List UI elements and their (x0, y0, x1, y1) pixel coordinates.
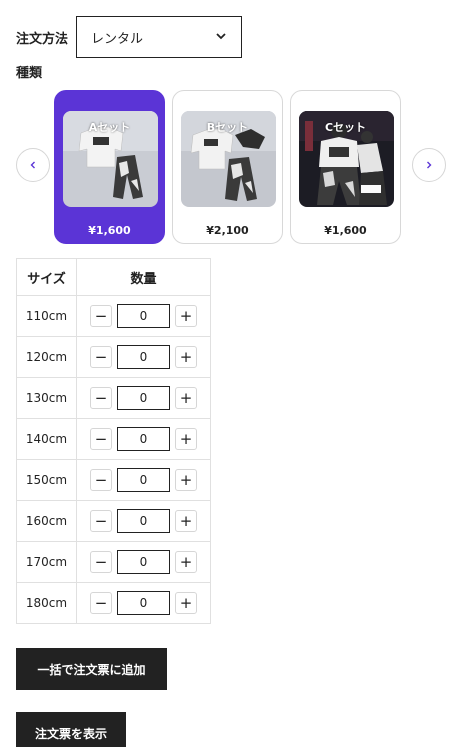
quantity-stepper: − 0 + (76, 541, 211, 583)
table-row: 130cm − 0 + (16, 377, 211, 419)
set-card-b[interactable]: Bセット ¥2,100 (172, 90, 283, 244)
set-name: Bセット (206, 121, 249, 134)
decrease-button[interactable]: − (90, 469, 112, 491)
quantity-input[interactable]: 0 (117, 304, 170, 328)
size-header: サイズ (16, 258, 77, 296)
quantity-input[interactable]: 0 (117, 345, 170, 369)
size-cell: 140cm (16, 418, 77, 460)
decrease-button[interactable]: − (90, 346, 112, 368)
set-card-c[interactable]: Cセット ¥1,600 (290, 90, 401, 244)
chevron-right-icon (427, 161, 432, 169)
decrease-button[interactable]: − (90, 592, 112, 614)
quantity-stepper: − 0 + (76, 418, 211, 460)
quantity-stepper: − 0 + (76, 582, 211, 624)
size-cell: 150cm (16, 459, 77, 501)
quantity-stepper: − 0 + (76, 377, 211, 419)
size-quantity-table: サイズ 数量 110cm − 0 + 120cm − 0 + 130cm − 0 (16, 258, 211, 624)
order-method-label: 注文方法 (16, 32, 69, 47)
increase-button[interactable]: + (175, 428, 197, 450)
table-row: 140cm − 0 + (16, 418, 211, 460)
kind-label: 種類 (16, 66, 43, 81)
chevron-left-icon (30, 161, 35, 169)
increase-button[interactable]: + (175, 305, 197, 327)
quantity-input[interactable]: 0 (117, 509, 170, 533)
table-row: 170cm − 0 + (16, 541, 211, 583)
set-price: ¥1,600 (324, 224, 367, 237)
quantity-header: 数量 (76, 258, 211, 296)
quantity-input[interactable]: 0 (117, 427, 170, 451)
carousel-prev-button[interactable] (16, 148, 50, 182)
show-order-button[interactable]: 注文票を表示 (16, 712, 126, 747)
bulk-add-to-order-button[interactable]: 一括で注文票に追加 (16, 648, 167, 690)
quantity-stepper: − 0 + (76, 336, 211, 378)
quantity-input[interactable]: 0 (117, 591, 170, 615)
size-cell: 120cm (16, 336, 77, 378)
decrease-button[interactable]: − (90, 428, 112, 450)
decrease-button[interactable]: − (90, 551, 112, 573)
set-name: Aセット (88, 121, 131, 134)
increase-button[interactable]: + (175, 387, 197, 409)
table-row: 110cm − 0 + (16, 295, 211, 337)
increase-button[interactable]: + (175, 346, 197, 368)
increase-button[interactable]: + (175, 551, 197, 573)
set-price: ¥2,100 (206, 224, 249, 237)
quantity-stepper: − 0 + (76, 295, 211, 337)
table-row: 160cm − 0 + (16, 500, 211, 542)
table-row: 180cm − 0 + (16, 582, 211, 624)
quantity-stepper: − 0 + (76, 459, 211, 501)
decrease-button[interactable]: − (90, 510, 112, 532)
decrease-button[interactable]: − (90, 387, 112, 409)
table-row: 150cm − 0 + (16, 459, 211, 501)
chevron-down-icon (216, 33, 226, 40)
set-price: ¥1,600 (88, 224, 131, 237)
size-cell: 160cm (16, 500, 77, 542)
increase-button[interactable]: + (175, 469, 197, 491)
carousel-next-button[interactable] (412, 148, 446, 182)
size-cell: 180cm (16, 582, 77, 624)
quantity-stepper: − 0 + (76, 500, 211, 542)
increase-button[interactable]: + (175, 592, 197, 614)
quantity-input[interactable]: 0 (117, 468, 170, 492)
decrease-button[interactable]: − (90, 305, 112, 327)
size-cell: 110cm (16, 295, 77, 337)
table-row: 120cm − 0 + (16, 336, 211, 378)
set-card-a[interactable]: Aセット ¥1,600 (54, 90, 165, 244)
size-cell: 130cm (16, 377, 77, 419)
order-method-select[interactable]: レンタル (76, 16, 242, 58)
order-method-value: レンタル (91, 31, 144, 47)
size-cell: 170cm (16, 541, 77, 583)
quantity-input[interactable]: 0 (117, 386, 170, 410)
quantity-input[interactable]: 0 (117, 550, 170, 574)
set-name: Cセット (324, 121, 367, 134)
increase-button[interactable]: + (175, 510, 197, 532)
